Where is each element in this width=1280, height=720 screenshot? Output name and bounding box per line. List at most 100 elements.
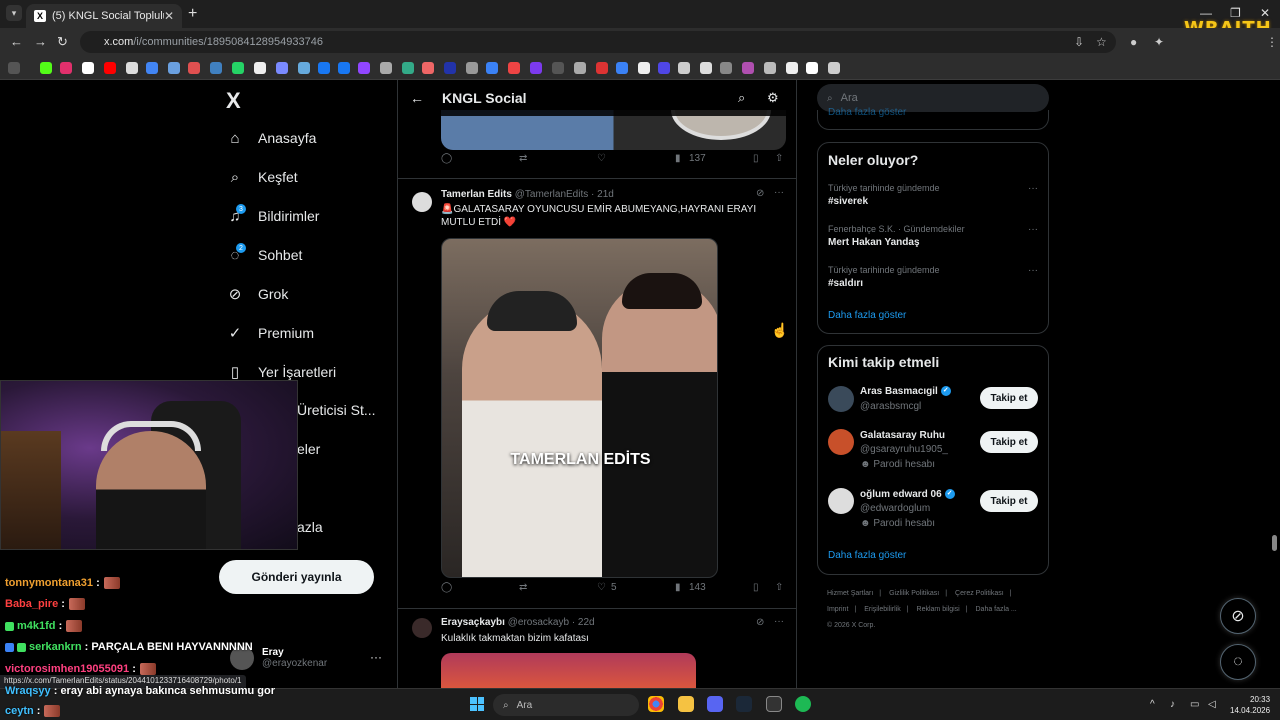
reload-icon[interactable]: ↻: [57, 34, 68, 50]
views-icon[interactable]: ▮: [675, 582, 681, 593]
show-more-link[interactable]: Daha fazla göster: [828, 550, 906, 561]
grok-icon[interactable]: ⊘: [756, 188, 764, 199]
bookmark-icon[interactable]: [126, 62, 138, 74]
bookmark-icon[interactable]: [616, 62, 628, 74]
footer-link[interactable]: Imprint: [827, 606, 848, 613]
follow-button[interactable]: Takip et: [980, 387, 1038, 409]
like-icon[interactable]: ♡: [597, 153, 606, 164]
nav-home[interactable]: ⌂ Anasayfa: [226, 129, 316, 147]
more-icon[interactable]: ···: [1028, 183, 1038, 194]
more-icon[interactable]: ···: [1028, 224, 1038, 235]
steam-icon[interactable]: [736, 696, 752, 712]
nav-grok[interactable]: ⊘ Grok: [226, 285, 289, 303]
footer-link[interactable]: Erişilebilirlik: [864, 606, 901, 613]
suggested-user-name[interactable]: Galatasaray Ruhu: [860, 430, 945, 441]
nav-more[interactable]: azla: [297, 519, 323, 535]
puzzle-icon[interactable]: ✦: [1154, 35, 1164, 49]
bookmark-icon[interactable]: [60, 62, 72, 74]
bookmark-icon[interactable]: [318, 62, 330, 74]
suggested-user-name[interactable]: oğlum edward 06 ✓: [860, 489, 955, 500]
avatar[interactable]: [828, 429, 854, 455]
author-name[interactable]: Eraysaçkaybı: [441, 617, 505, 628]
browser-tab[interactable]: X (5) KNGL Social Topluluk / X ✕: [26, 4, 182, 28]
show-more-link[interactable]: Daha fazla göster: [828, 107, 906, 118]
avatar[interactable]: [412, 618, 432, 638]
bookmark-icon[interactable]: [658, 62, 670, 74]
previous-post-media[interactable]: [441, 110, 786, 150]
volume-icon[interactable]: ◁: [1208, 699, 1216, 710]
footer-link[interactable]: Çerez Politikası: [955, 590, 1004, 597]
nav-premium[interactable]: ✓ Premium: [226, 324, 314, 342]
settings-icon[interactable]: ⚙: [767, 90, 779, 106]
bookmark-icon[interactable]: [786, 62, 798, 74]
share-icon[interactable]: ⇧: [775, 582, 783, 593]
bookmark-icon[interactable]: [552, 62, 564, 74]
bookmark-icon[interactable]: [508, 62, 520, 74]
reply-icon[interactable]: ◯: [441, 153, 452, 164]
show-more-link[interactable]: Daha fazla göster: [828, 310, 906, 321]
more-icon[interactable]: ···: [370, 650, 382, 664]
display-icon[interactable]: ▭: [1190, 699, 1199, 710]
x-logo-icon[interactable]: X: [226, 88, 241, 114]
bookmark-icon[interactable]: [720, 62, 732, 74]
bookmark-icon[interactable]: [40, 62, 52, 74]
app-icon[interactable]: [766, 696, 782, 712]
avatar[interactable]: [828, 488, 854, 514]
avatar[interactable]: [828, 386, 854, 412]
bookmark-icon[interactable]: [146, 62, 158, 74]
footer-link[interactable]: Daha fazla ...: [976, 606, 1017, 613]
footer-link[interactable]: Reklam bilgisi: [917, 606, 960, 613]
forward-icon[interactable]: →: [34, 34, 47, 49]
bookmark-icon[interactable]: [188, 62, 200, 74]
share-icon[interactable]: ⇧: [775, 153, 783, 164]
bookmark-icon[interactable]: [168, 62, 180, 74]
nav-bookmarks[interactable]: ▯ Yer İşaretleri: [226, 363, 336, 381]
grok-fab-icon[interactable]: ⊘: [1220, 598, 1256, 634]
discord-icon[interactable]: [707, 696, 723, 712]
nav-lists[interactable]: eler: [297, 441, 320, 457]
bookmark-icon[interactable]: [700, 62, 712, 74]
bookmark-icon[interactable]: [298, 62, 310, 74]
bookmark-icon[interactable]: [828, 62, 840, 74]
tab-search-icon[interactable]: ▾: [6, 5, 22, 21]
more-icon[interactable]: ···: [1028, 265, 1038, 276]
bookmark-icon[interactable]: [402, 62, 414, 74]
bookmark-icon[interactable]: [358, 62, 370, 74]
bookmark-icon[interactable]: [806, 62, 818, 74]
taskbar-search[interactable]: ⌕ Ara: [493, 694, 639, 716]
bookmark-icon[interactable]: [486, 62, 498, 74]
repost-icon[interactable]: ⇄: [519, 153, 527, 164]
trend-name[interactable]: #siverek: [828, 196, 868, 207]
spotify-icon[interactable]: [795, 696, 811, 712]
search-icon[interactable]: ⌕: [738, 90, 745, 106]
bookmark-icon[interactable]: [380, 62, 392, 74]
address-bar[interactable]: x.com/i/communities/1895084128954933746: [80, 31, 1116, 53]
scrollbar[interactable]: [1272, 535, 1277, 551]
trend-name[interactable]: Mert Hakan Yandaş: [828, 237, 920, 248]
avatar[interactable]: [412, 192, 432, 212]
bookmark-icon[interactable]: [104, 62, 116, 74]
bookmark-icon[interactable]: [276, 62, 288, 74]
tweet-photo[interactable]: TAMERLAN EDİTS: [441, 238, 718, 578]
like-icon[interactable]: ♡: [597, 582, 606, 593]
bookmark-icon[interactable]: [422, 62, 434, 74]
trend-name[interactable]: #saldırı: [828, 278, 863, 289]
bookmark-icon[interactable]: [596, 62, 608, 74]
messages-fab-icon[interactable]: ◌: [1220, 644, 1256, 680]
grok-icon[interactable]: ⊘: [756, 617, 764, 628]
menu-icon[interactable]: ⋮: [1266, 35, 1278, 49]
chrome-icon[interactable]: [648, 696, 664, 712]
apps-icon[interactable]: [8, 62, 20, 74]
reply-icon[interactable]: ◯: [441, 582, 452, 593]
tweet-photo[interactable]: [441, 653, 696, 688]
tray-chevron-icon[interactable]: ^: [1150, 699, 1155, 710]
nav-explore[interactable]: ⌕ Keşfet: [226, 168, 298, 186]
bookmark-icon[interactable]: [764, 62, 776, 74]
close-tab-icon[interactable]: ✕: [164, 9, 174, 23]
bookmark-icon[interactable]: [444, 62, 456, 74]
suggested-user-name[interactable]: Aras Basmacıgil ✓: [860, 386, 951, 397]
footer-link[interactable]: Gizlilik Politikası: [889, 590, 939, 597]
more-icon[interactable]: ···: [774, 616, 784, 627]
star-icon[interactable]: ☆: [1096, 35, 1107, 49]
bookmark-icon[interactable]: ▯: [753, 582, 759, 593]
